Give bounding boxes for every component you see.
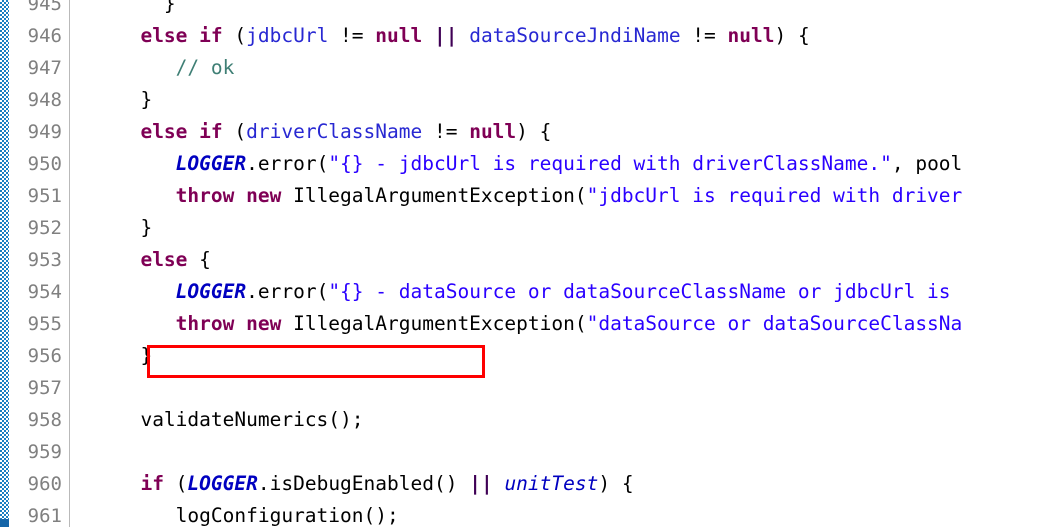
code-line[interactable]: else if (driverClassName != null) {	[70, 116, 551, 148]
code-token: }	[163, 0, 176, 15]
code-token: validateNumerics();	[140, 408, 364, 431]
line-number: 954	[27, 281, 62, 303]
code-token: else if	[140, 24, 223, 47]
code-token: "{} - jdbcUrl is required with driverCla…	[328, 152, 892, 175]
code-token: unitTest	[504, 472, 599, 495]
code-line[interactable]: throw new IllegalArgumentException("data…	[70, 308, 963, 340]
code-text-area[interactable]: } else if (jdbcUrl != null || dataSource…	[70, 0, 1063, 527]
line-number: 946	[27, 25, 62, 47]
code-token: "dataSource or dataSourceClassNa	[586, 312, 963, 335]
code-token: IllegalArgumentException(	[281, 184, 587, 207]
line-number: 960	[27, 473, 62, 495]
code-line[interactable]: LOGGER.error("{} - jdbcUrl is required w…	[70, 148, 963, 180]
code-token: null	[375, 24, 423, 47]
line-number: 951	[27, 185, 62, 207]
code-token: dataSourceJndiName	[469, 24, 681, 47]
code-token: .error(	[246, 280, 329, 303]
code-token: ) {	[774, 24, 810, 47]
code-line[interactable]: LOGGER.error("{} - dataSource or dataSou…	[70, 276, 951, 308]
code-line[interactable]: else {	[70, 244, 211, 276]
code-line-highlighted[interactable]: validateNumerics();	[70, 404, 364, 436]
code-token: jdbcUrl	[246, 24, 329, 47]
code-token: !=	[680, 24, 728, 47]
code-token: {	[187, 248, 211, 271]
code-token: .error(	[246, 152, 329, 175]
line-number: 957	[27, 377, 62, 399]
code-token: null	[469, 120, 517, 143]
code-token: "jdbcUrl is required with driver	[586, 184, 963, 207]
line-number-gutter[interactable]: 945 946 947 948 949 950 951 952 953 954 955 956 957 9…	[9, 0, 70, 527]
code-token: LOGGER	[175, 152, 247, 175]
code-token: , pool	[891, 152, 963, 175]
code-line[interactable]: }	[70, 84, 152, 116]
code-token: !=	[422, 120, 470, 143]
code-token: driverClassName	[246, 120, 423, 143]
code-token: ) {	[598, 472, 634, 495]
code-token: ) {	[516, 120, 552, 143]
code-token: (	[222, 24, 247, 47]
line-number: 961	[27, 505, 62, 527]
code-line[interactable]: }	[70, 212, 152, 244]
line-number: 949	[27, 121, 62, 143]
code-line[interactable]: }	[70, 340, 152, 372]
line-number: 952	[27, 217, 62, 239]
line-number: 958	[27, 409, 62, 431]
code-token: (	[222, 120, 247, 143]
code-token: else	[140, 248, 188, 271]
line-number: 945	[27, 0, 62, 15]
code-token: LOGGER	[175, 280, 247, 303]
code-token: .isDebugEnabled()	[257, 472, 470, 495]
code-token: if	[140, 472, 164, 495]
code-token: null	[727, 24, 775, 47]
code-token: // ok	[175, 56, 235, 79]
line-number: 948	[27, 89, 62, 111]
code-line[interactable]: // ok	[70, 52, 235, 84]
code-line[interactable]: }	[70, 0, 176, 20]
code-editor-viewport[interactable]: 945 946 947 948 949 950 951 952 953 954 955 956 957 9…	[0, 0, 1063, 527]
line-number: 947	[27, 57, 62, 79]
code-token: (	[163, 472, 188, 495]
line-number: 955	[27, 313, 62, 335]
code-token: }	[140, 88, 153, 111]
code-token: throw new	[175, 184, 282, 207]
code-token: "{} - dataSource or dataSourceClassName …	[328, 280, 951, 303]
code-token: ||	[434, 24, 458, 47]
line-number: 956	[27, 345, 62, 367]
code-token: LOGGER	[187, 472, 258, 495]
code-token: }	[140, 344, 153, 367]
code-token: IllegalArgumentException(	[281, 312, 587, 335]
code-line[interactable]: throw new IllegalArgumentException("jdbc…	[70, 180, 963, 212]
line-number: 950	[27, 153, 62, 175]
code-token: !=	[328, 24, 376, 47]
code-line[interactable]: if (LOGGER.isDebugEnabled() || unitTest)…	[70, 468, 634, 500]
code-token: else if	[140, 120, 223, 143]
line-number: 953	[27, 249, 62, 271]
code-line[interactable]: else if (jdbcUrl != null || dataSourceJn…	[70, 20, 810, 52]
code-token: throw new	[175, 312, 282, 335]
line-number: 959	[27, 441, 62, 463]
code-token: ||	[469, 472, 493, 495]
code-token: }	[140, 216, 153, 239]
code-line[interactable]: logConfiguration();	[70, 500, 399, 527]
code-token: logConfiguration();	[175, 504, 399, 527]
